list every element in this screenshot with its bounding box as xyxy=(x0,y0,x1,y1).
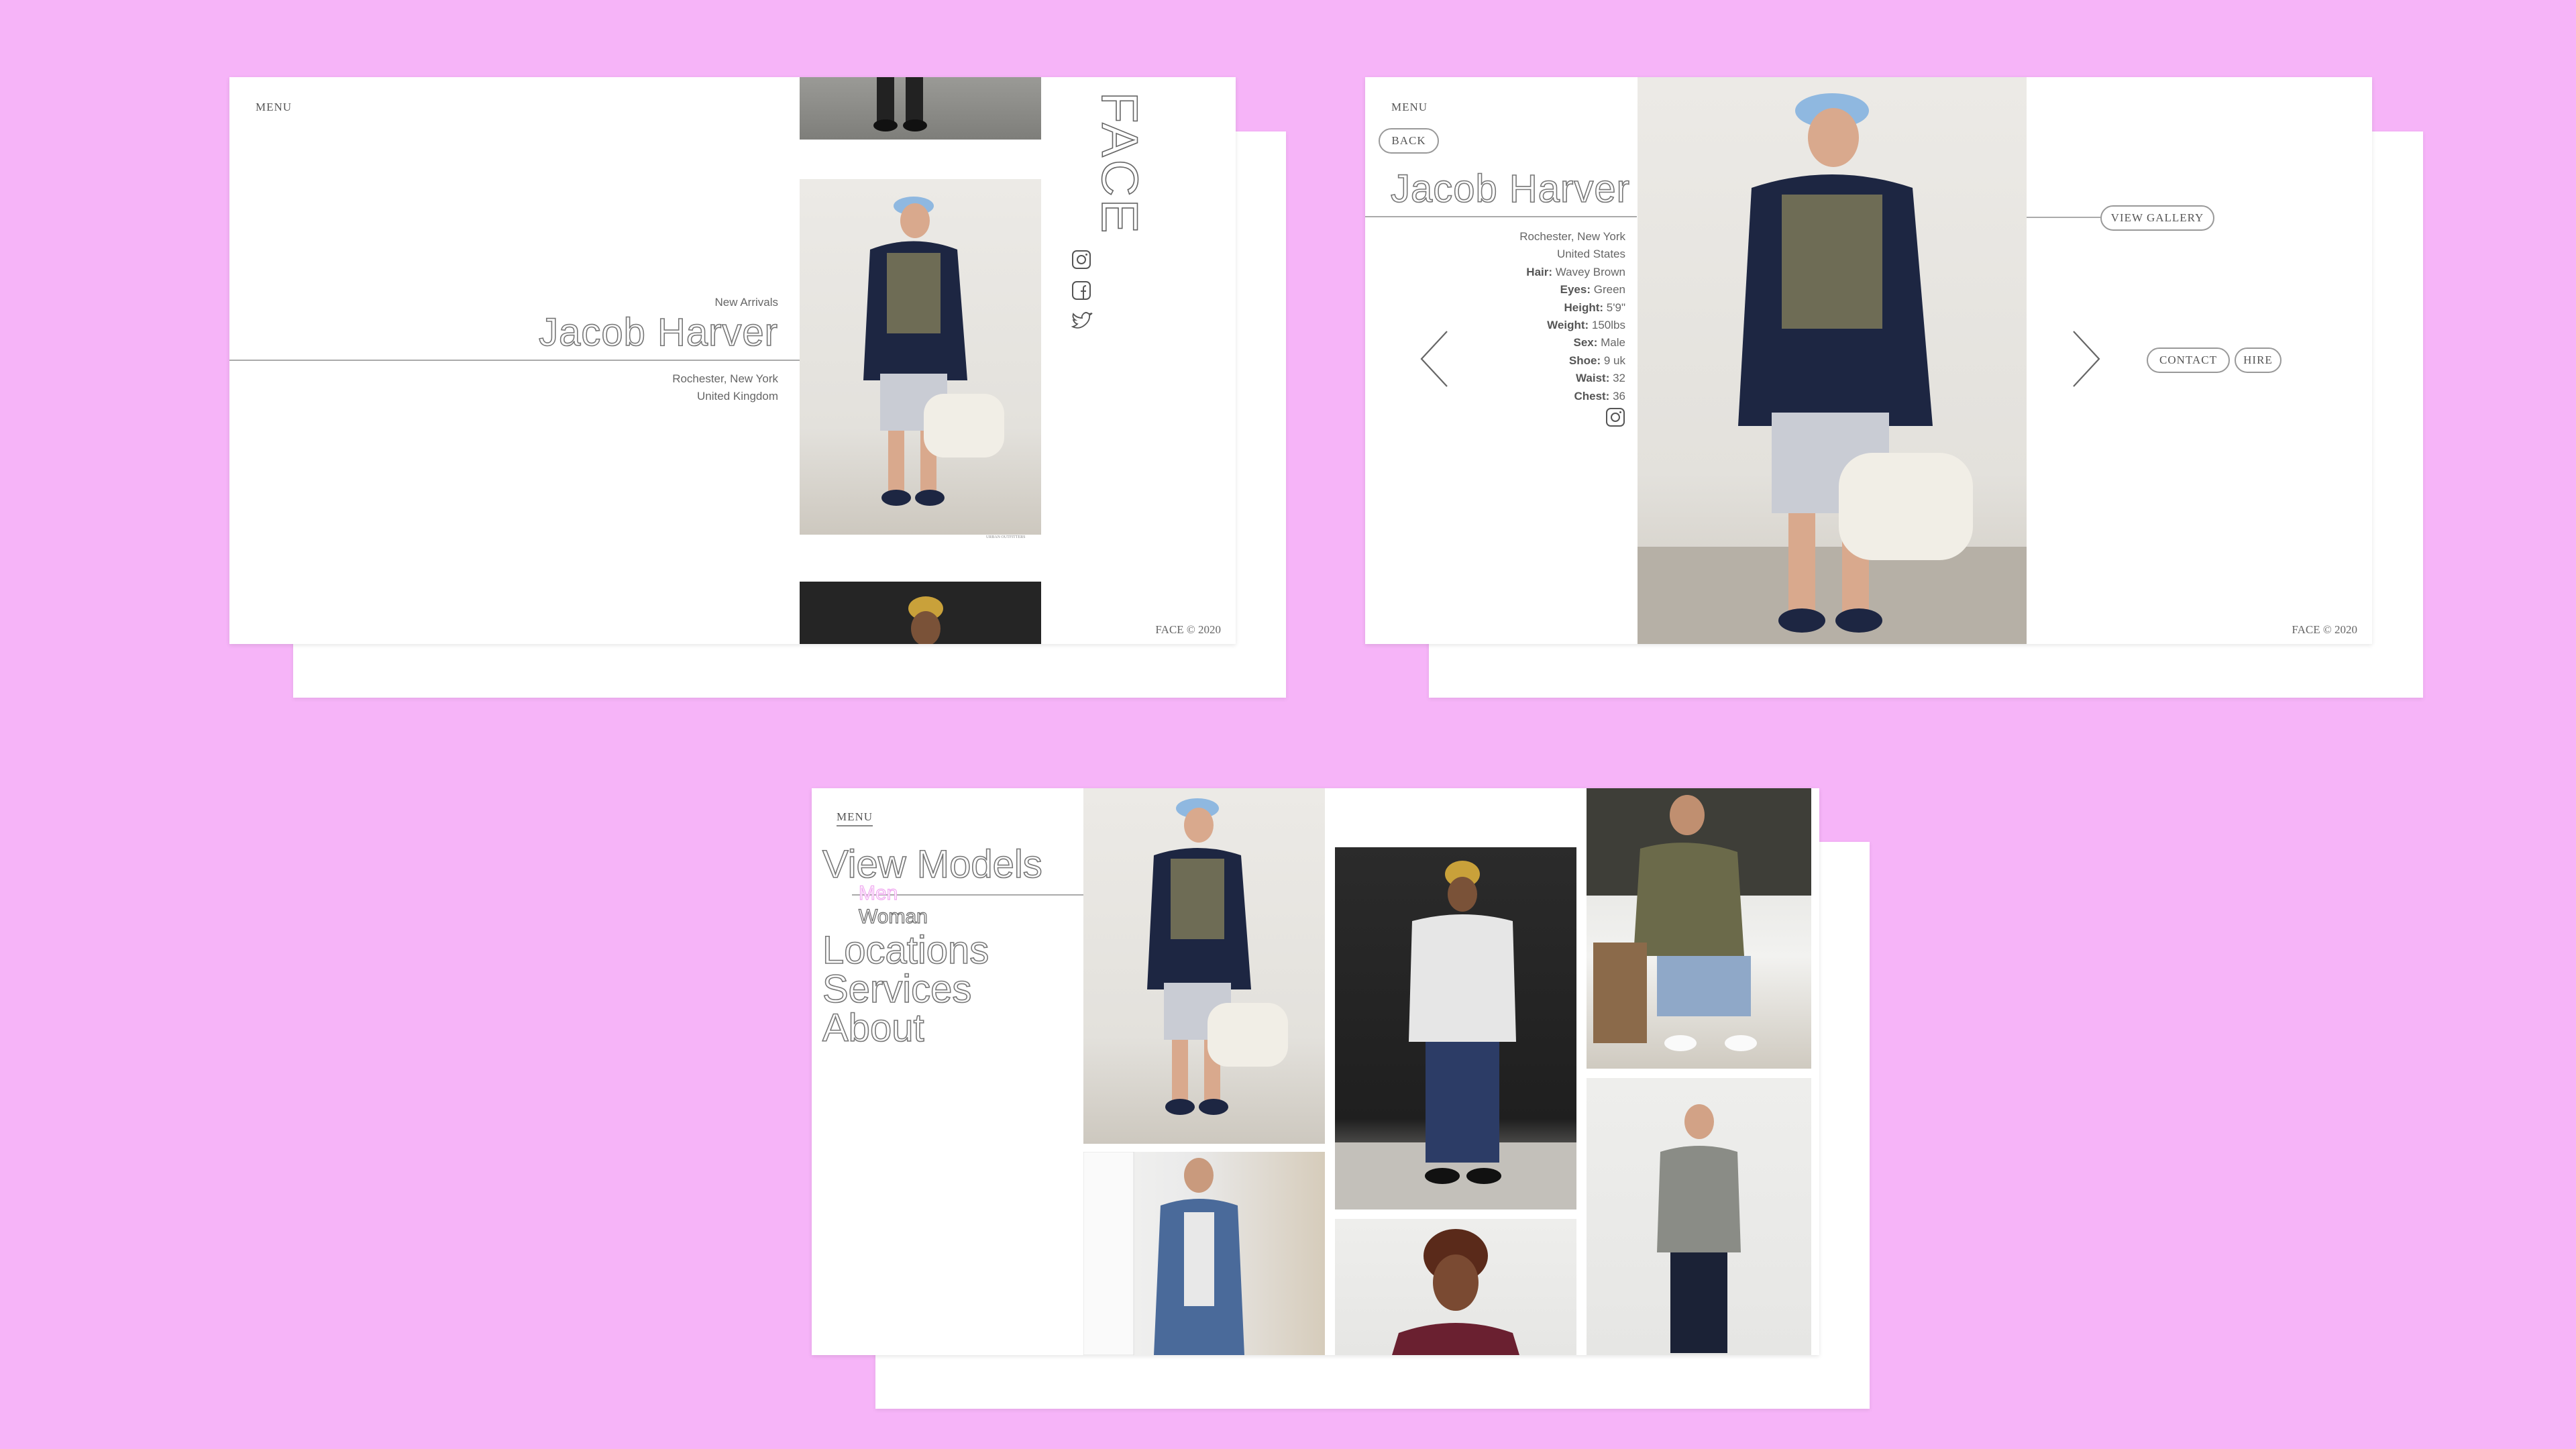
model-figure xyxy=(1335,861,1576,1210)
model-photo-main[interactable] xyxy=(1638,77,2027,644)
menu-button[interactable]: MENU xyxy=(837,810,873,826)
location-city: Rochester, New York xyxy=(1519,230,1625,243)
model-figure xyxy=(863,197,1004,506)
gallery-photo-4[interactable] xyxy=(1335,1219,1576,1355)
stat-hair: Hair: Wavey Brown xyxy=(1424,264,1625,281)
nav-men[interactable]: Men xyxy=(858,881,898,905)
gallery-photo-2[interactable] xyxy=(1083,1152,1325,1355)
stat-value: Green xyxy=(1591,283,1625,297)
model-photo-bottom[interactable] xyxy=(800,582,1041,644)
instagram-icon[interactable] xyxy=(1605,407,1625,427)
stat-value: 150lbs xyxy=(1589,319,1625,332)
facebook-icon[interactable] xyxy=(1071,280,1091,301)
model-name[interactable]: Jacob Harver xyxy=(538,310,778,355)
section-label: New Arrivals xyxy=(714,296,778,309)
gallery-photo-1[interactable] xyxy=(1083,788,1325,1144)
hire-button[interactable]: HIRE xyxy=(2235,347,2282,373)
back-button[interactable]: BACK xyxy=(1379,128,1439,154)
menu-button[interactable]: MENU xyxy=(1391,101,1428,114)
location-country: United States xyxy=(1556,248,1625,261)
model-photo-top[interactable] xyxy=(800,77,1041,140)
stat-value: Male xyxy=(1597,336,1625,350)
model-figure xyxy=(1587,788,1811,1051)
footer-copyright: FACE © 2020 xyxy=(2292,623,2357,636)
location-city: Rochester, New York xyxy=(672,372,778,385)
stat-waist: Waist: 32 xyxy=(1424,370,1625,387)
gallery-photo-3[interactable] xyxy=(1335,847,1576,1210)
gallery-photo-6[interactable] xyxy=(1587,1078,1811,1355)
model-figure xyxy=(1638,93,2027,644)
stat-weight: Weight: 150lbs xyxy=(1424,317,1625,334)
nav-about[interactable]: About xyxy=(822,1006,924,1051)
model-figure xyxy=(1657,1104,1741,1353)
model-photo-main[interactable] xyxy=(800,179,1041,535)
photo-caption: URBAN OUTFITTERS xyxy=(986,535,1026,539)
panel1-window: MENU New Arrivals Jacob Harver Rochester… xyxy=(229,77,1236,644)
stat-value: 36 xyxy=(1609,389,1625,402)
gallery-divider xyxy=(2027,217,2100,218)
model-name: Jacob Harver xyxy=(1390,166,1630,211)
stat-value: 5'9" xyxy=(1603,301,1625,314)
footer-copyright: FACE © 2020 xyxy=(1155,623,1221,636)
stat-label: Waist: xyxy=(1575,372,1610,385)
model-figure xyxy=(1083,1152,1244,1355)
divider xyxy=(229,360,800,361)
stat-label: Weight: xyxy=(1547,319,1589,332)
model-figure xyxy=(1392,1229,1519,1355)
brand-logo[interactable]: FACE xyxy=(1090,91,1148,236)
stat-eyes: Eyes: Green xyxy=(1424,281,1625,299)
stat-label: Shoe: xyxy=(1568,354,1601,367)
chevron-left-icon[interactable] xyxy=(1417,329,1451,389)
location-country: United Kingdom xyxy=(697,390,778,402)
model-figure xyxy=(1147,798,1288,1115)
panel2-window: MENU BACK Jacob Harver Rochester, New Yo… xyxy=(1365,77,2372,644)
model-stats: Rochester, New York United States Hair: … xyxy=(1424,228,1625,405)
face-graphic xyxy=(908,596,943,644)
boots-graphic xyxy=(873,77,927,131)
menu-button[interactable]: MENU xyxy=(256,101,292,114)
stat-value: Wavey Brown xyxy=(1552,265,1625,278)
stat-label: Chest: xyxy=(1574,389,1610,402)
stat-height: Height: 5'9" xyxy=(1424,299,1625,317)
stat-sex: Sex: Male xyxy=(1424,334,1626,352)
name-divider xyxy=(1365,216,1637,217)
stat-label: Sex: xyxy=(1573,336,1598,350)
nav-locations[interactable]: Locations xyxy=(822,928,989,973)
contact-button[interactable]: CONTACT xyxy=(2147,347,2230,373)
stat-shoe: Shoe: 9 uk xyxy=(1424,352,1625,370)
twitter-icon[interactable] xyxy=(1071,312,1093,331)
panel3-window: MENU View Models Men Woman Locations Ser… xyxy=(812,788,1819,1355)
stat-label: Eyes: xyxy=(1560,283,1591,297)
chevron-right-icon[interactable] xyxy=(2070,329,2103,389)
instagram-icon[interactable] xyxy=(1071,250,1091,270)
nav-woman[interactable]: Woman xyxy=(858,905,928,928)
gallery-photo-5[interactable] xyxy=(1587,788,1811,1069)
stat-value: 9 uk xyxy=(1601,354,1625,367)
stat-value: 32 xyxy=(1609,372,1625,385)
nav-services[interactable]: Services xyxy=(822,967,972,1012)
stat-label: Hair: xyxy=(1526,265,1553,278)
nav-view-models[interactable]: View Models xyxy=(822,842,1042,887)
stat-chest: Chest: 36 xyxy=(1424,388,1625,405)
view-gallery-button[interactable]: VIEW GALLERY xyxy=(2100,205,2214,231)
stat-label: Height: xyxy=(1564,301,1604,314)
